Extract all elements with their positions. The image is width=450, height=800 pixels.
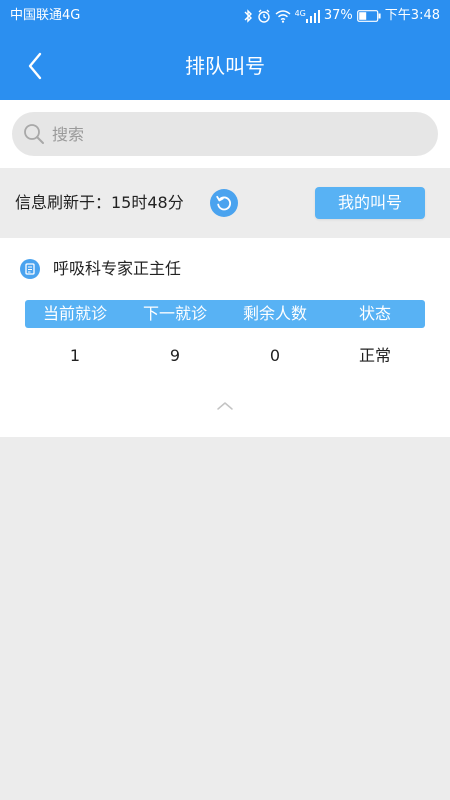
network-badge: 4G (294, 8, 306, 18)
collapse-button[interactable] (213, 396, 237, 416)
search-icon (22, 122, 46, 146)
search-input[interactable] (50, 115, 414, 153)
refresh-time-label: 信息刷新于：15时48分 (15, 193, 184, 212)
column-header-current: 当前就诊 (42, 304, 107, 323)
refresh-button[interactable] (210, 189, 238, 217)
wifi-icon (275, 9, 291, 23)
column-header-remaining: 剩余人数 (242, 304, 307, 323)
refresh-icon (215, 194, 233, 212)
department-row: 呼吸科专家正主任 (20, 258, 181, 280)
status-bar: 中国联通4G 4G 37% 下午3:48 (0, 0, 450, 32)
status-icons: 4G 37% 下午3:48 (243, 6, 440, 26)
app-header: 中国联通4G 4G 37% 下午3:48 排队叫号 (0, 0, 450, 100)
queue-status: 正常 (358, 346, 391, 365)
table-row: 1 9 0 正常 (25, 328, 425, 384)
queue-card: 呼吸科专家正主任 当前就诊 下一就诊 剩余人数 状态 1 9 0 正常 (0, 238, 450, 437)
bluetooth-icon (243, 9, 253, 23)
current-number: 1 (69, 346, 81, 365)
queue-table: 当前就诊 下一就诊 剩余人数 状态 1 9 0 正常 (25, 300, 425, 384)
refresh-row: 信息刷新于：15时48分 我的叫号 (0, 168, 450, 238)
table-header: 当前就诊 下一就诊 剩余人数 状态 (25, 300, 425, 328)
carrier-label: 中国联通4G (10, 8, 81, 23)
next-number: 9 (169, 346, 181, 365)
my-number-button[interactable]: 我的叫号 (315, 187, 425, 219)
clock-label: 下午3:48 (384, 8, 440, 23)
nav-bar: 排队叫号 (0, 34, 450, 100)
search-section (0, 100, 450, 168)
chevron-up-icon (216, 401, 234, 411)
battery-icon (356, 10, 381, 22)
column-header-status: 状态 (358, 304, 391, 323)
document-icon (20, 259, 40, 279)
battery-percent: 37% (323, 8, 353, 23)
signal-icon: 4G (294, 8, 320, 23)
alarm-icon (257, 9, 271, 23)
department-name: 呼吸科专家正主任 (53, 259, 182, 278)
remaining-count: 0 (269, 346, 281, 365)
column-header-next: 下一就诊 (142, 304, 207, 323)
page-title: 排队叫号 (185, 54, 265, 78)
search-box[interactable] (12, 112, 438, 156)
